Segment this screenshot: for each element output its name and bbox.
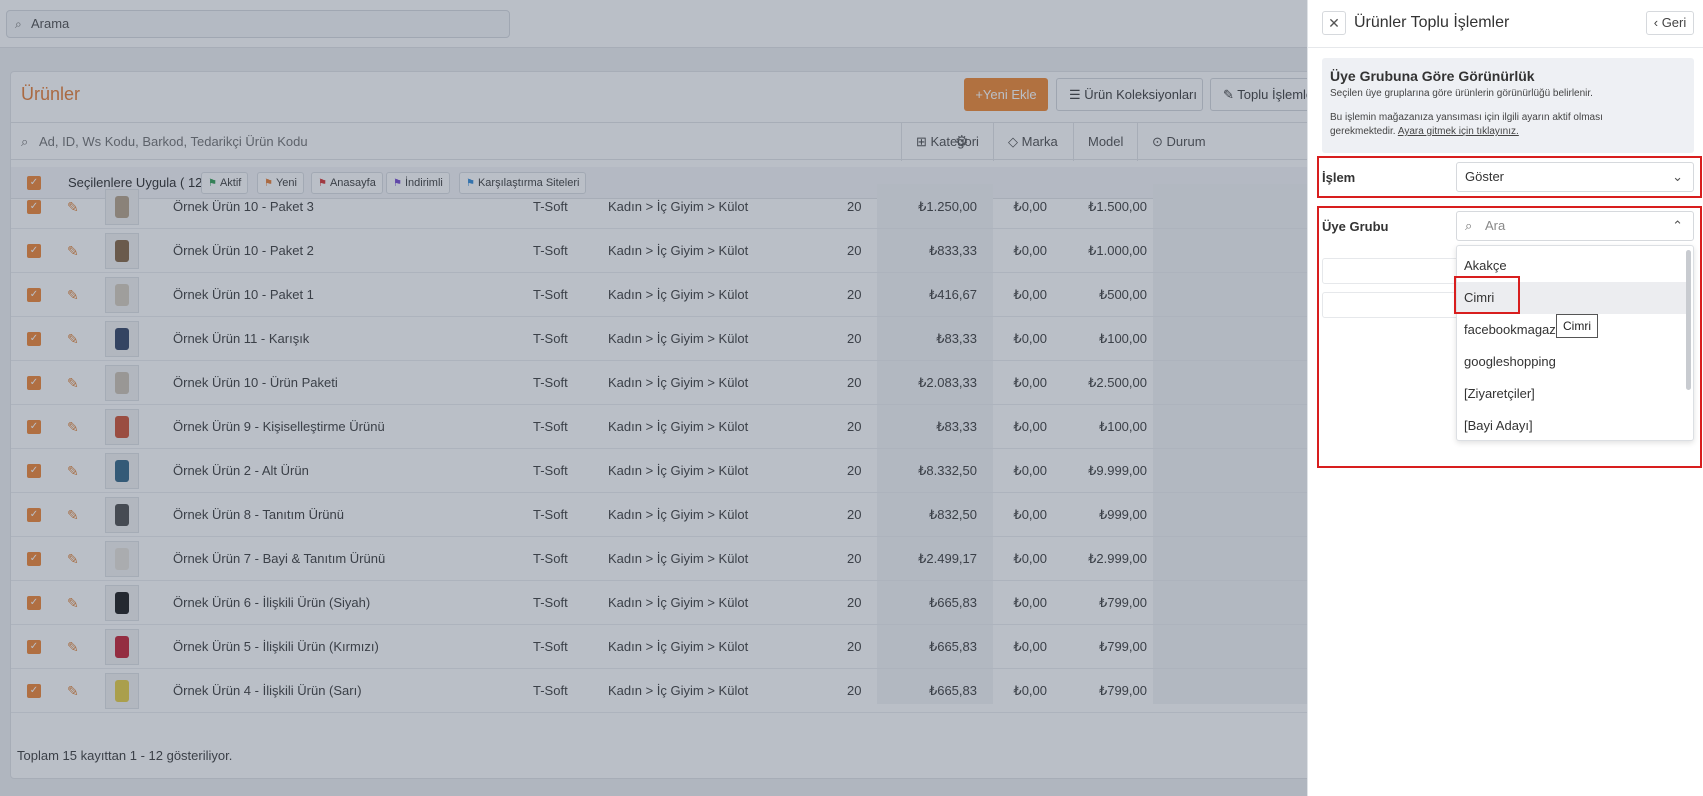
- chevron-down-icon: ⌄: [1672, 169, 1683, 184]
- operation-select[interactable]: Göster ⌄: [1456, 162, 1694, 192]
- member-group-dropdown: Akakçe Cimri facebookmagaza googleshoppi…: [1456, 245, 1694, 441]
- info-line-1: Seçilen üye gruplarına göre ürünlerin gö…: [1330, 88, 1593, 99]
- info-box: Üye Grubuna Göre Görünürlük Seçilen üye …: [1322, 58, 1694, 153]
- highlight-cimri: [1454, 276, 1520, 314]
- settings-link[interactable]: Ayara gitmek için tıklayınız.: [1398, 126, 1519, 137]
- option-visitors[interactable]: [Ziyaretçiler]: [1457, 378, 1687, 410]
- chevron-up-icon: ⌃: [1672, 218, 1683, 233]
- modal-overlay[interactable]: [0, 0, 1307, 796]
- option-googleshopping[interactable]: googleshopping: [1457, 346, 1687, 378]
- operation-value: Göster: [1465, 169, 1505, 184]
- panel-title: Ürünler Toplu İşlemler: [1354, 14, 1510, 31]
- panel-header: ✕ Ürünler Toplu İşlemler ‹ Geri: [1308, 0, 1703, 48]
- member-group-search-input[interactable]: ⌕ Ara ⌃: [1456, 211, 1694, 241]
- hidden-field-2: [1322, 292, 1460, 318]
- info-line-2: Bu işlemin mağazanıza yansıması için ilg…: [1330, 112, 1603, 123]
- info-line-3: gerekmektedir. Ayara gitmek için tıklayı…: [1330, 125, 1686, 139]
- close-icon: ✕: [1328, 15, 1340, 31]
- back-label: Geri: [1661, 15, 1687, 30]
- chevron-left-icon: ‹: [1653, 15, 1662, 30]
- close-button[interactable]: ✕: [1322, 11, 1346, 35]
- operation-label: İşlem: [1322, 170, 1356, 185]
- option-dealer-candidate[interactable]: [Bayi Adayı]: [1457, 410, 1687, 440]
- back-button[interactable]: ‹ Geri: [1646, 11, 1694, 35]
- tooltip: Cimri: [1556, 314, 1598, 338]
- info-line-3-prefix: gerekmektedir.: [1330, 126, 1396, 137]
- bulk-actions-panel: ✕ Ürünler Toplu İşlemler ‹ Geri Üye Grub…: [1307, 0, 1703, 796]
- info-title: Üye Grubuna Göre Görünürlük: [1330, 68, 1535, 84]
- member-group-placeholder: Ara: [1485, 218, 1506, 233]
- dropdown-scrollbar[interactable]: [1686, 250, 1691, 390]
- member-group-label: Üye Grubu: [1322, 219, 1389, 234]
- hidden-field-1: [1322, 258, 1460, 284]
- search-icon: ⌕: [1465, 218, 1473, 233]
